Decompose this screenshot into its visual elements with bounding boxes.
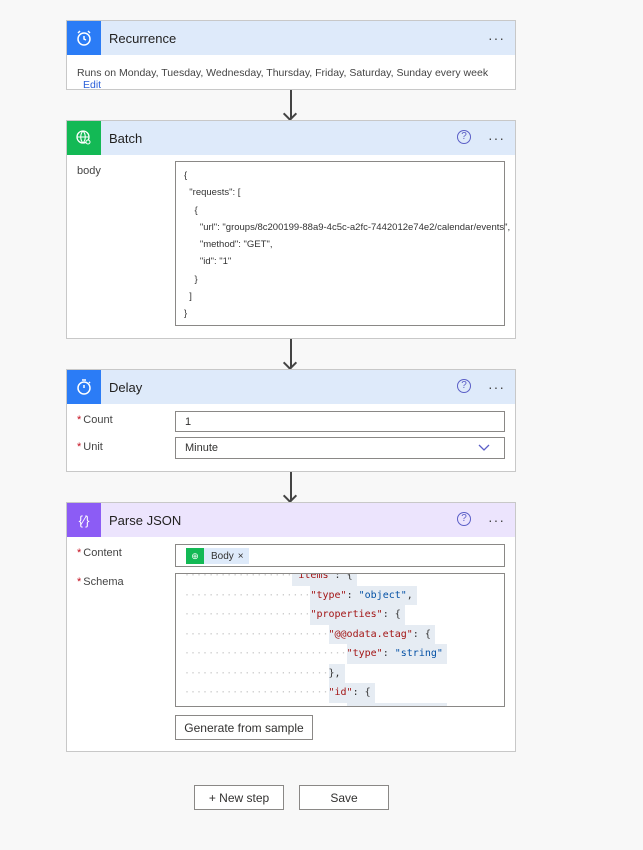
body-textarea[interactable]: { "requests": [ { "url": "groups/8c20019… — [175, 161, 511, 326]
code-line: } — [184, 308, 188, 320]
code-line: } — [184, 273, 198, 285]
delay-card: Delay ? ··· * Count 1 * Unit Minute — [66, 369, 516, 472]
more-options-button[interactable]: ··· — [488, 512, 505, 528]
alarm-clock-icon — [67, 21, 101, 55]
recurrence-card: Recurrence ··· Runs on Monday, Tuesday, … — [66, 20, 516, 91]
recurrence-description: Runs on Monday, Tuesday, Wednesday, Thur… — [77, 67, 489, 79]
stopwatch-icon — [67, 370, 101, 404]
code-line: { — [184, 170, 188, 181]
schema-line: ···························"type": "stri… — [184, 644, 504, 664]
schema-editor[interactable]: ··················"items": {············… — [175, 573, 505, 707]
schema-line: ··················"items": { — [184, 574, 504, 586]
chevron-down-icon — [478, 444, 490, 451]
batch-card: Batch ? ··· body { "requests": [ { "url"… — [66, 120, 516, 339]
new-step-button[interactable]: + New step — [194, 785, 284, 810]
parse-json-header[interactable]: {⁄} Parse JSON ? ··· — [67, 503, 515, 537]
delay-header[interactable]: Delay ? ··· — [67, 370, 515, 404]
code-line: ] — [184, 291, 192, 303]
code-line: "method": "GET", — [184, 239, 273, 251]
connector-arrow — [290, 90, 292, 119]
schema-line: ························}, — [184, 663, 504, 683]
connector-arrow — [290, 472, 292, 501]
globe-person-icon: ⊕ — [186, 548, 204, 564]
schema-line: ························"@@odata.etag": … — [184, 624, 504, 644]
card-title: Batch — [109, 130, 143, 146]
body-token[interactable]: ⊕ Body × — [186, 548, 249, 564]
connector-arrow — [290, 339, 292, 368]
more-options-button[interactable]: ··· — [488, 379, 505, 395]
code-line: "url": "groups/8c200199-88a9-4c5c-a2fc-7… — [184, 221, 511, 233]
save-button[interactable]: Save — [299, 785, 389, 810]
help-icon[interactable]: ? — [457, 130, 471, 144]
content-input[interactable]: ⊕ Body × — [175, 544, 505, 567]
batch-header[interactable]: Batch ? ··· — [67, 121, 515, 155]
recurrence-header[interactable]: Recurrence ··· — [67, 21, 515, 55]
count-input[interactable]: 1 — [175, 411, 505, 432]
unit-dropdown[interactable]: Minute — [175, 437, 505, 459]
curly-braces-icon: {⁄} — [67, 503, 101, 537]
content-label: * Content — [77, 547, 122, 559]
schema-label: * Schema — [77, 576, 124, 588]
schema-line: ·····················"type": "object", — [184, 585, 504, 605]
unit-label: * Unit — [77, 441, 103, 453]
card-title: Parse JSON — [109, 512, 182, 528]
code-line: { — [184, 204, 198, 216]
help-icon[interactable]: ? — [457, 512, 471, 526]
more-options-button[interactable]: ··· — [488, 30, 505, 46]
code-line: "requests": [ — [184, 187, 241, 199]
parse-json-card: {⁄} Parse JSON ? ··· * Content ⊕ Body × *… — [66, 502, 516, 752]
body-label: body — [77, 165, 101, 177]
remove-token-icon[interactable]: × — [238, 551, 244, 562]
edit-link[interactable]: Edit — [83, 79, 101, 91]
schema-line: ························"id": { — [184, 683, 504, 703]
schema-line: ···························"type": "stri… — [184, 702, 504, 706]
generate-from-sample-button[interactable]: Generate from sample — [175, 715, 313, 740]
count-label: * Count — [77, 414, 113, 426]
help-icon[interactable]: ? — [457, 379, 471, 393]
globe-person-icon — [67, 121, 101, 155]
code-line: "id": "1" — [184, 256, 232, 268]
more-options-button[interactable]: ··· — [488, 130, 505, 146]
card-title: Delay — [109, 379, 143, 395]
card-title: Recurrence — [109, 30, 177, 46]
schema-line: ·····················"properties": { — [184, 605, 504, 625]
